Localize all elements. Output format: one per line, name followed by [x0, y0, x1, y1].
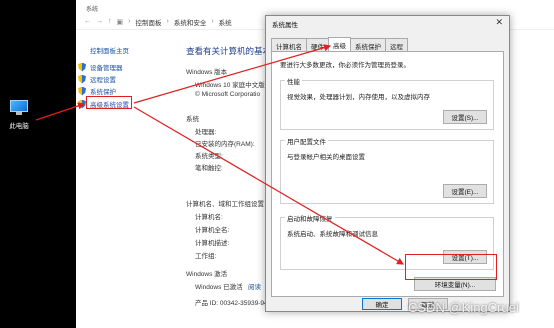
license-link[interactable]: 阅读: [248, 281, 261, 291]
ok-button[interactable]: 确定: [362, 298, 402, 310]
startup-recovery-label: 启动和故障恢复: [285, 213, 335, 223]
copyright-value: © Microsoft Corporatio: [195, 91, 261, 98]
processor-label: 处理器:: [195, 129, 217, 136]
up-arrow-icon[interactable]: ↑: [108, 18, 112, 25]
performance-desc: 视觉效果，处理器计划，内存使用，以及虚拟内存: [287, 94, 430, 101]
edition-value: Windows 10 家庭中文版: [195, 82, 265, 89]
breadcrumb-separator-icon: ›: [211, 18, 214, 25]
window-title: 系统: [86, 7, 99, 13]
activation-status: Windows 已激活: [195, 284, 243, 291]
admin-note: 要进行大多数更改，你必须作为管理员登录。: [280, 62, 410, 69]
control-panel-home-link[interactable]: 控制面板主页: [90, 45, 129, 55]
breadcrumb-system-security[interactable]: 系统和安全: [174, 17, 207, 27]
product-id: 产品 ID: 00342-35939-94: [195, 300, 268, 307]
advanced-settings-highlight: [86, 96, 132, 109]
watermark: CSDN @KingCruel: [408, 300, 519, 315]
environment-variables-highlight: [405, 254, 497, 280]
sidebar-item-label: 系统保护: [90, 89, 116, 96]
forward-arrow-icon[interactable]: →: [96, 18, 103, 25]
system-section-title: 系统: [186, 116, 199, 123]
this-pc-desktop-icon[interactable]: 此电脑: [4, 100, 34, 130]
breadcrumb-separator-icon: ›: [128, 18, 131, 25]
sidebar: 控制面板主页 设备管理器 远程设置 系统保护 高级系统设置: [76, 31, 176, 328]
system-type-label: 系统类型:: [195, 153, 223, 160]
sidebar-item-label: 远程设置: [90, 77, 116, 84]
sidebar-item-system-protection[interactable]: 系统保护: [78, 86, 116, 96]
user-profiles-settings-button[interactable]: 设置(E)...: [443, 184, 487, 198]
shield-icon: [78, 62, 86, 72]
breadcrumb-system[interactable]: 系统: [219, 17, 232, 27]
shield-icon: [78, 99, 86, 109]
performance-settings-button[interactable]: 设置(S)...: [443, 110, 487, 124]
dialog-title: 系统属性: [272, 22, 298, 29]
full-name-label: 计算机全名:: [195, 227, 230, 234]
user-profiles-group: 用户配置文件 与登录帐户相关的桌面设置 设置(E)...: [280, 136, 494, 204]
breadcrumb-control-panel[interactable]: 控制面板: [135, 17, 161, 27]
workgroup-label: 工作组:: [195, 253, 217, 260]
user-profiles-label: 用户配置文件: [285, 136, 328, 146]
back-arrow-icon[interactable]: ←: [84, 18, 91, 25]
description-label: 计算机描述:: [195, 240, 230, 247]
breadcrumb-separator-icon: ›: [166, 18, 169, 25]
computer-section-title: 计算机名、域和工作组设置: [186, 201, 264, 208]
shield-icon: [78, 86, 86, 96]
activation-section-title: Windows 激活: [186, 271, 228, 278]
computer-icon: [8, 100, 30, 116]
shield-icon: [78, 74, 86, 84]
sidebar-item-label: 设备管理器: [90, 65, 123, 72]
close-icon[interactable]: ✕: [495, 17, 503, 28]
performance-label: 性能: [285, 76, 302, 86]
pen-touch-label: 笔和触控:: [195, 165, 223, 172]
computer-small-icon: ▣: [116, 18, 124, 26]
ram-label: 已安装的内存(RAM):: [195, 141, 255, 148]
page-title: 查看有关计算机的基本: [186, 46, 272, 56]
edition-section-title: Windows 版本: [186, 69, 228, 76]
performance-group: 性能 视觉效果，处理器计划，内存使用，以及虚拟内存 设置(S)...: [280, 76, 494, 130]
computer-name-label: 计算机名:: [195, 214, 223, 221]
startup-recovery-desc: 系统启动、系统故障和调试信息: [287, 231, 378, 238]
sidebar-item-device-manager[interactable]: 设备管理器: [78, 62, 123, 72]
user-profiles-desc: 与登录帐户相关的桌面设置: [287, 154, 365, 161]
this-pc-label: 此电脑: [9, 123, 29, 130]
sidebar-item-remote-settings[interactable]: 远程设置: [78, 74, 116, 84]
